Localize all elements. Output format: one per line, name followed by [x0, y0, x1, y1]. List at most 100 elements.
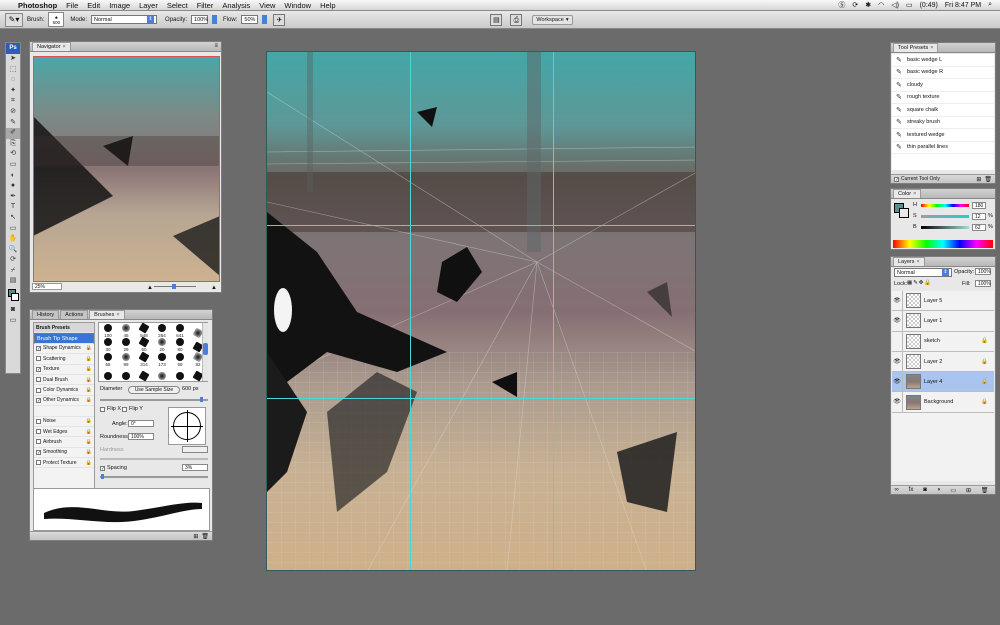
- angle-roundness-widget[interactable]: [168, 407, 206, 445]
- lock-icon[interactable]: 🔒: [86, 460, 92, 466]
- brush-tip[interactable]: 20: [153, 338, 171, 352]
- brush-setting-checkbox[interactable]: [36, 439, 41, 445]
- opacity-arrow-icon[interactable]: [212, 15, 218, 24]
- lock-icon[interactable]: 🔒: [86, 366, 92, 372]
- menu-layer[interactable]: Layer: [139, 1, 158, 10]
- brush-setting-checkbox[interactable]: ✓: [36, 397, 41, 403]
- move-tool-icon[interactable]: ➤: [6, 54, 20, 65]
- flip-x-checkbox[interactable]: [100, 407, 105, 412]
- brush-setting-checkbox[interactable]: [36, 387, 41, 393]
- flip-y-checkbox[interactable]: [122, 407, 127, 412]
- tool-preset-item[interactable]: ✎ cloudy: [892, 79, 994, 92]
- spacing-slider[interactable]: [100, 476, 208, 478]
- current-tool-brush-icon[interactable]: ✎▾: [5, 12, 23, 27]
- tips-scrollbar[interactable]: [202, 323, 208, 381]
- fill-input[interactable]: 100%: [975, 280, 991, 287]
- tool-preset-item[interactable]: ✎ thin parallel lines: [892, 141, 994, 154]
- brush-tip[interactable]: 59: [171, 352, 189, 367]
- new-group-icon[interactable]: ▭: [950, 487, 956, 494]
- brush-tip[interactable]: 314: [135, 351, 153, 367]
- brush-tip[interactable]: [135, 367, 153, 382]
- visibility-eye-icon[interactable]: 👁: [892, 311, 903, 331]
- link-layers-icon[interactable]: ∞: [894, 487, 898, 493]
- brush-tool-icon[interactable]: ✐: [6, 128, 20, 139]
- clone-stamp-tool-icon[interactable]: ⎘: [6, 139, 20, 150]
- tool-preset-item[interactable]: ✎ square chalk: [892, 104, 994, 117]
- brush-setting-row[interactable]: [34, 406, 94, 417]
- hue-input[interactable]: 180: [972, 202, 986, 209]
- use-sample-size-button[interactable]: Use Sample Size: [128, 386, 180, 394]
- brush-tip[interactable]: 548: [135, 322, 153, 338]
- brush-setting-row[interactable]: Protect Texture 🔒: [34, 458, 94, 469]
- type-tool-icon[interactable]: T: [6, 202, 20, 213]
- brush-setting-checkbox[interactable]: [36, 377, 41, 383]
- visibility-eye-icon[interactable]: [892, 331, 903, 351]
- panel-menu-icon[interactable]: ≡: [214, 43, 218, 49]
- layer-row[interactable]: 👁 Layer 1: [892, 311, 994, 332]
- layer-name[interactable]: sketch: [924, 338, 981, 344]
- tool-preset-item[interactable]: ✎ basic wedge R: [892, 66, 994, 79]
- tab-brushes[interactable]: Brushes ×: [89, 310, 125, 319]
- brush-tip[interactable]: 89: [117, 352, 135, 367]
- tab-navigator[interactable]: Navigator ×: [32, 42, 71, 51]
- tab-tool-presets[interactable]: Tool Presets ×: [893, 43, 939, 52]
- shape-tool-icon[interactable]: ▭: [6, 224, 20, 235]
- tool-preset-item[interactable]: ✎ textured wedge: [892, 129, 994, 142]
- layer-name[interactable]: Layer 5: [924, 298, 994, 304]
- delete-icon[interactable]: 🗑: [984, 176, 992, 183]
- brush-panel-toggle-icon[interactable]: ▤: [490, 13, 503, 26]
- tab-actions[interactable]: Actions: [60, 310, 89, 319]
- new-preset-icon[interactable]: ⊞: [976, 176, 981, 183]
- spacing-checkbox[interactable]: ✓: [100, 466, 105, 472]
- brush-setting-row[interactable]: Brush Presets: [34, 323, 94, 334]
- close-icon[interactable]: ×: [63, 44, 66, 50]
- dodge-tool-icon[interactable]: ●: [6, 181, 20, 192]
- path-selection-tool-icon[interactable]: ↖: [6, 213, 20, 224]
- crop-tool-icon[interactable]: ⌗: [6, 96, 20, 107]
- lock-icon[interactable]: 🔒: [86, 397, 92, 403]
- brush-tip[interactable]: 173: [153, 352, 171, 367]
- scrollbar-thumb[interactable]: [203, 343, 208, 355]
- menu-help[interactable]: Help: [320, 1, 335, 10]
- magic-wand-tool-icon[interactable]: ✦: [6, 86, 20, 97]
- brush-setting-row[interactable]: ✓ Texture 🔒: [34, 365, 94, 375]
- guide-horizontal[interactable]: [267, 398, 695, 399]
- brush-tip[interactable]: 100: [99, 323, 117, 338]
- brush-tip[interactable]: [153, 367, 171, 382]
- saturation-slider[interactable]: [921, 215, 969, 218]
- angle-input[interactable]: 0°: [128, 420, 154, 427]
- lock-icon[interactable]: 🔒: [86, 345, 92, 351]
- layer-style-icon[interactable]: fx: [909, 487, 914, 493]
- layer-name[interactable]: Background: [924, 399, 981, 405]
- eraser-tool-icon[interactable]: ▭: [6, 160, 20, 171]
- brush-setting-checkbox[interactable]: ✓: [36, 366, 41, 372]
- workspace-button[interactable]: Workspace ▾: [532, 14, 573, 25]
- menu-app-name[interactable]: Photoshop: [18, 1, 57, 10]
- lock-icon[interactable]: 🔒: [86, 387, 92, 393]
- airbrush-icon[interactable]: ✈: [273, 13, 286, 26]
- menu-image[interactable]: Image: [109, 1, 130, 10]
- brush-tip[interactable]: [171, 367, 189, 382]
- tab-history[interactable]: History: [32, 310, 60, 319]
- spacing-input[interactable]: 3%: [182, 464, 208, 471]
- brush-setting-row[interactable]: Airbrush 🔒: [34, 437, 94, 448]
- brightness-slider[interactable]: [921, 226, 969, 229]
- pen-tool-icon[interactable]: ✒: [6, 192, 20, 203]
- menu-view[interactable]: View: [259, 1, 275, 10]
- menu-filter[interactable]: Filter: [197, 1, 214, 10]
- brush-setting-checkbox[interactable]: [36, 356, 41, 362]
- brush-tip[interactable]: 60: [135, 336, 153, 352]
- navigator-zoom-input[interactable]: 25%: [32, 283, 62, 290]
- layer-row[interactable]: 👁 Layer 2 🔒: [892, 351, 994, 373]
- layer-name[interactable]: Layer 2: [924, 359, 981, 365]
- gradient-tool-icon[interactable]: ◐: [6, 171, 20, 182]
- menu-select[interactable]: Select: [167, 1, 188, 10]
- brush-tip[interactable]: 30: [99, 338, 117, 352]
- brush-tip[interactable]: 264: [153, 323, 171, 338]
- close-icon[interactable]: ×: [917, 259, 920, 265]
- new-preset-icon[interactable]: ⊞: [193, 533, 198, 540]
- brightness-input[interactable]: 62: [972, 224, 986, 231]
- navigator-view-box[interactable]: [33, 56, 220, 282]
- brush-tip[interactable]: [117, 367, 135, 382]
- flow-input[interactable]: 50%: [241, 15, 259, 24]
